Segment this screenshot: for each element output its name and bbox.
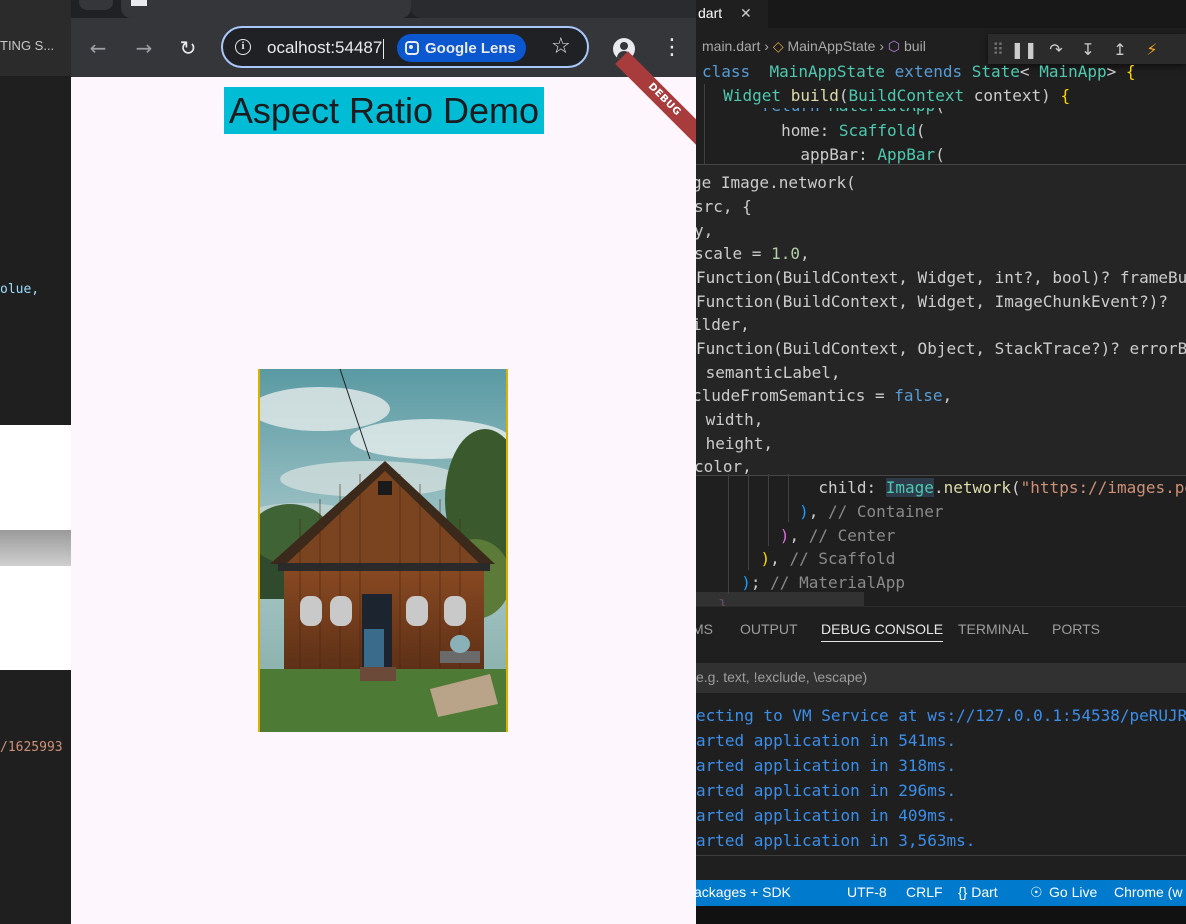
console-filter-input[interactable]: e.g. text, !exclude, \escape) <box>696 663 1186 693</box>
method-symbol-icon: ⬡ <box>887 38 901 54</box>
breadcrumb: main.dart › ◇ MainAppState › ⬡ buil <box>702 38 926 55</box>
console-line: arted application in 318ms. <box>696 756 957 775</box>
hover-line: ge Image.network( <box>696 173 856 192</box>
step-out-icon[interactable]: ↥ <box>1104 40 1136 59</box>
status-packages[interactable]: ackages + SDK <box>696 884 791 900</box>
hover-line: scale = 1.0, <box>696 244 810 263</box>
hot-reload-icon[interactable]: ⚡ <box>1136 40 1168 59</box>
hover-line: ilder, <box>696 315 750 334</box>
wooden-cabin-photo <box>260 369 506 732</box>
status-device[interactable]: Chrome (w <box>1114 884 1182 900</box>
web-page: Aspect Ratio Demo DEBUG <box>71 51 696 924</box>
tab-output[interactable]: OUTPUT <box>740 621 798 637</box>
tab-terminal[interactable]: TERMINAL <box>958 621 1029 637</box>
reload-icon[interactable]: ↻ <box>175 36 201 60</box>
console-line: ecting to VM Service at ws://127.0.0.1:5… <box>696 706 1186 725</box>
breadcrumb-file[interactable]: main.dart <box>702 38 760 54</box>
hover-line: cludeFromSemantics = false, <box>696 386 953 405</box>
console-line: arted application in 541ms. <box>696 731 957 750</box>
console-line: arted application in 3,563ms. <box>696 831 976 850</box>
browser-menu-icon[interactable]: ⋮ <box>661 36 683 60</box>
breadcrumb-method[interactable]: buil <box>904 38 926 54</box>
tab-favicon <box>131 0 147 6</box>
horizontal-scrollbar[interactable] <box>696 592 864 606</box>
status-encoding[interactable]: UTF-8 <box>847 884 887 900</box>
status-eol[interactable]: CRLF <box>906 884 943 900</box>
hover-line: Function(BuildContext, Widget, int?, boo… <box>696 268 1186 287</box>
breadcrumb-class[interactable]: MainAppState <box>787 38 875 54</box>
status-language[interactable]: {} Dart <box>958 884 998 900</box>
tab-ports[interactable]: PORTS <box>1052 621 1100 637</box>
background-window: TING S... olue, /1625993 <box>0 0 72 924</box>
tab-problems[interactable]: MS <box>696 621 713 637</box>
hover-signature-popup: ge Image.network( src, { y, scale = 1.0,… <box>696 164 1186 476</box>
hover-line: src, { <box>696 197 752 216</box>
site-info-icon[interactable]: i <box>235 39 251 55</box>
hover-line: color, <box>696 457 752 475</box>
panel-divider <box>696 855 1186 856</box>
browser-tab[interactable] <box>411 0 696 18</box>
background-tab-label: TING S... <box>0 38 55 53</box>
code-line: child: Image.network("https://images.pe <box>722 478 1186 497</box>
chevron-right-icon: › <box>764 38 773 54</box>
close-tab-icon[interactable]: ✕ <box>740 0 752 26</box>
bottom-panel: MS OUTPUT DEBUG CONSOLE TERMINAL PORTS e… <box>696 606 1186 924</box>
browser-tab-active[interactable] <box>121 0 411 18</box>
vscode-window: dart ✕ main.dart › ◇ MainAppState › ⬡ bu… <box>696 0 1186 924</box>
aspect-ratio-image <box>258 369 508 732</box>
chevron-right-icon: › <box>879 38 888 54</box>
class-symbol-icon: ◇ <box>772 38 784 54</box>
console-line: arted application in 409ms. <box>696 806 957 825</box>
pause-icon[interactable]: ❚❚ <box>1008 40 1040 59</box>
address-bar-url[interactable]: ocalhost:54487 <box>267 38 382 58</box>
background-code-fragment: olue, <box>0 282 40 297</box>
hover-line: y, <box>696 221 714 240</box>
status-go-live[interactable]: Go Live <box>1049 884 1097 900</box>
step-into-icon[interactable]: ↧ <box>1072 40 1104 59</box>
bookmark-star-icon[interactable]: ☆ <box>551 34 571 59</box>
app-bar-title: Aspect Ratio Demo <box>224 87 544 134</box>
browser-window: ← → ↻ i ocalhost:54487 Google Lens ☆ ⋮ A… <box>71 0 696 924</box>
drag-grip-icon[interactable]: ⠿ <box>988 40 1008 59</box>
forward-arrow-icon[interactable]: → <box>131 36 157 60</box>
background-divider <box>0 530 72 566</box>
google-lens-label: Google Lens <box>425 39 516 57</box>
background-code-fragment: /1625993 <box>0 740 63 755</box>
lens-icon <box>405 41 419 55</box>
hover-line: semanticLabel, <box>696 363 841 382</box>
browser-toolbar: ← → ↻ i ocalhost:54487 Google Lens ☆ ⋮ <box>71 18 696 77</box>
editor-tabbar: dart ✕ <box>696 0 1186 28</box>
hover-line: height, <box>696 434 774 453</box>
text-caret <box>383 39 384 59</box>
browser-tabstrip <box>71 0 696 18</box>
background-panel <box>0 425 72 530</box>
address-bar[interactable]: i ocalhost:54487 Google Lens ☆ <box>221 26 589 68</box>
tab-search-button[interactable] <box>79 0 113 10</box>
filter-placeholder: e.g. text, !exclude, \escape) <box>696 669 868 685</box>
step-over-icon[interactable]: ↷ <box>1040 40 1072 59</box>
code-line: home: Scaffold( <box>704 121 926 140</box>
hover-line: Function(BuildContext, Widget, ImageChun… <box>696 292 1169 311</box>
code-line: ), // Center <box>779 526 896 545</box>
code-line: class MainAppState extends State< MainAp… <box>702 62 1136 81</box>
tab-debug-console[interactable]: DEBUG CONSOLE <box>821 621 944 642</box>
background-panel <box>0 566 72 670</box>
taskbar-strip <box>696 906 1186 924</box>
editor-tab-label: dart <box>698 5 723 21</box>
code-line: ), // Scaffold <box>760 549 896 568</box>
editor-tab-main-dart[interactable]: dart ✕ <box>696 0 768 28</box>
code-line: return MaterialApp( <box>704 108 945 118</box>
code-line: ), // Container <box>799 502 944 521</box>
code-line: appBar: AppBar( <box>704 145 945 164</box>
status-bar: ackages + SDK UTF-8 CRLF {} Dart ☉ Go Li… <box>696 880 1186 906</box>
google-lens-button[interactable]: Google Lens <box>397 34 526 62</box>
code-line: Widget build(BuildContext context) { <box>723 86 1071 105</box>
hover-line: Function(BuildContext, Object, StackTrac… <box>696 339 1186 358</box>
hover-line: width, <box>696 410 764 429</box>
console-line: arted application in 296ms. <box>696 781 957 800</box>
back-arrow-icon[interactable]: ← <box>85 36 111 60</box>
broadcast-icon: ☉ <box>1030 884 1043 900</box>
